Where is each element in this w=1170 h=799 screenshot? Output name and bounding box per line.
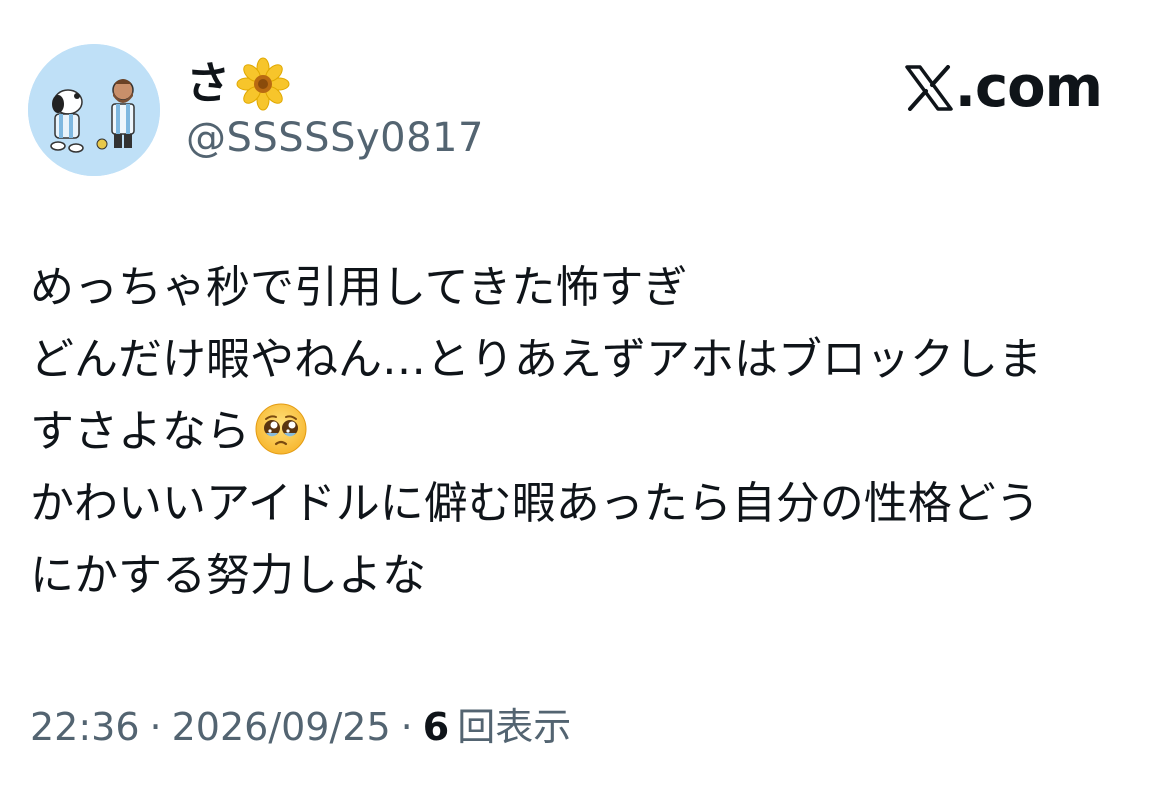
brand-text: .com [954,55,1103,120]
views-count[interactable]: 6 [423,702,449,752]
tweet-line: かわいいアイドルに僻む暇あったら自分の性格どう [30,478,1040,529]
tweet-line: めっちゃ秒で引用してきた怖すぎ [30,262,688,313]
tweet-time[interactable]: 22:36 [30,702,140,752]
tweet-date[interactable]: 2026/09/25 [172,702,391,752]
display-name[interactable]: さ [186,56,230,112]
meta-separator: · [400,705,413,749]
meta-separator: · [149,705,162,749]
avatar[interactable] [28,44,160,176]
tweet-meta: 22:36 · 2026/09/25 · 6 回表示 [30,702,571,752]
tweet-line-with-emoji: すさよなら [30,396,1140,468]
tweet-text: めっちゃ秒で引用してきた怖すぎ どんだけ暇やねん…とりあえずアホはブロックしま … [30,252,1140,612]
brand-watermark: .com [904,55,1103,120]
x-logo-icon [904,65,953,111]
sunflower-icon [236,57,290,111]
tweet-line: どんだけ暇やねん…とりあえずアホはブロックしま [30,334,1042,385]
views-label: 回表示 [457,705,572,749]
display-name-row[interactable]: さ [186,56,290,112]
pleading-face-icon [255,403,307,455]
username[interactable]: @SSSSSy0817 [186,114,484,162]
tweet-line: にかする努力しよな [30,550,426,601]
tweet-line-text: すさよなら [30,406,250,457]
avatar-image [28,44,160,176]
